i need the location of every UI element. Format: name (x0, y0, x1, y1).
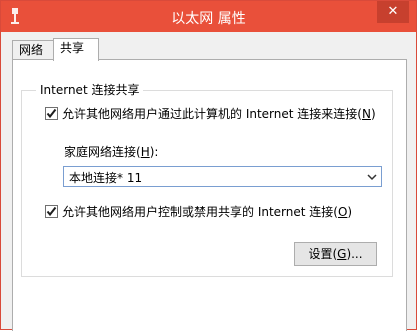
title-bar[interactable]: 以太网 属性 ✕ (1, 1, 416, 32)
chevron-down-icon (367, 174, 377, 181)
close-button[interactable]: ✕ (377, 1, 409, 23)
close-icon: ✕ (387, 4, 399, 19)
home-connection-select[interactable]: 本地连接* 11 (63, 166, 382, 187)
tab-sharing[interactable]: 共享 (53, 38, 99, 61)
allow-control-label: 允许其他网络用户控制或禁用共享的 Internet 连接(O) (62, 205, 353, 219)
settings-button[interactable]: 设置(G)... (294, 242, 377, 266)
allow-control-checkbox[interactable] (45, 205, 58, 218)
tab-strip: 网络 共享 (12, 38, 407, 61)
allow-control-row[interactable]: 允许其他网络用户控制或禁用共享的 Internet 连接(O) (45, 203, 352, 220)
home-connection-value: 本地连接* 11 (69, 171, 143, 185)
window-title: 以太网 属性 (171, 11, 246, 27)
checkmark-icon (46, 108, 57, 119)
groupbox-legend: Internet 连接共享 (36, 81, 144, 98)
properties-window: 以太网 属性 ✕ 网络 共享 Internet 连接共享 允许其他网络用户通过此… (0, 0, 417, 331)
tab-network[interactable]: 网络 (12, 40, 54, 60)
allow-sharing-label: 允许其他网络用户通过此计算机的 Internet 连接来连接(N) (62, 107, 376, 121)
home-connection-label: 家庭网络连接(H): (64, 145, 159, 159)
checkmark-icon (46, 206, 57, 217)
allow-sharing-checkbox[interactable] (45, 107, 58, 120)
allow-sharing-row[interactable]: 允许其他网络用户通过此计算机的 Internet 连接来连接(N) (45, 105, 376, 122)
